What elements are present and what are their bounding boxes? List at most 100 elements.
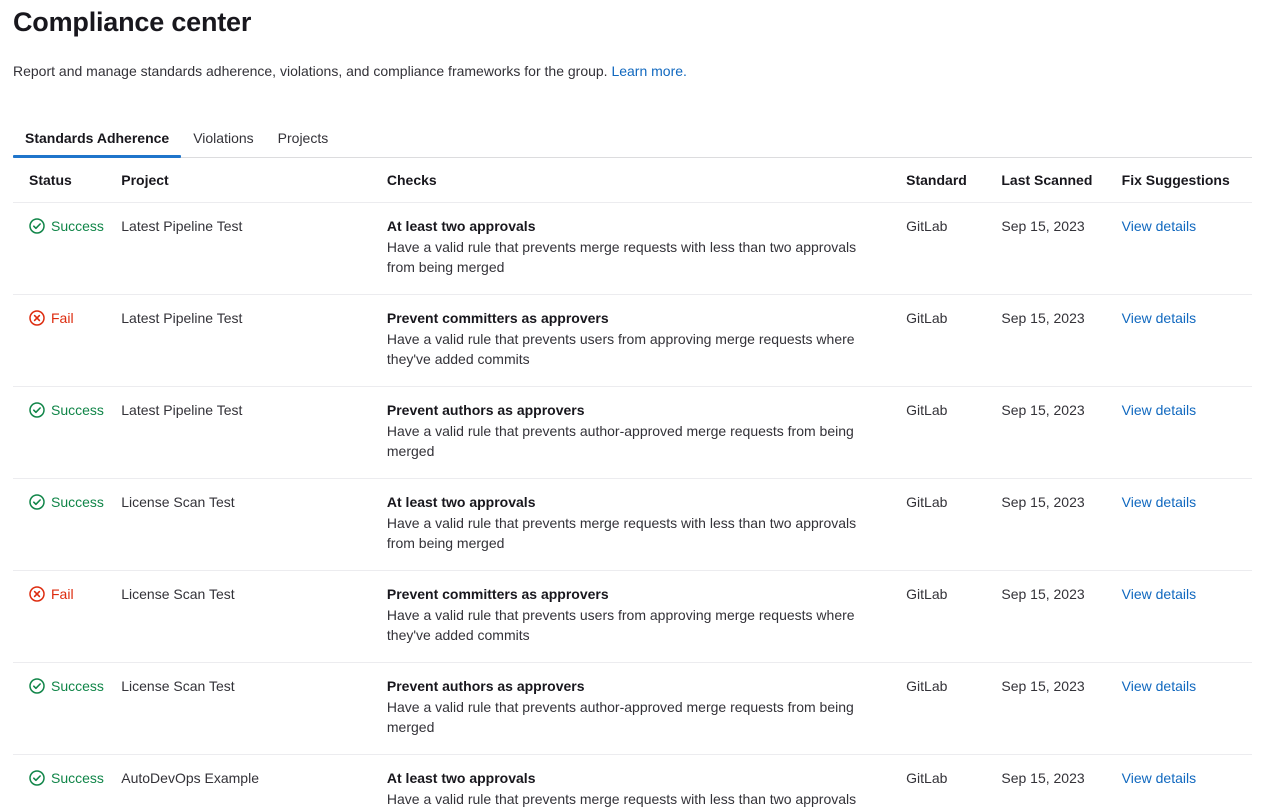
cell-standard: GitLab — [906, 387, 1001, 479]
cell-checks: At least two approvalsHave a valid rule … — [387, 479, 906, 571]
table-row: Fail License Scan TestPrevent committers … — [13, 571, 1252, 663]
check-name: At least two approvals — [387, 216, 898, 236]
status-label: Fail — [51, 584, 74, 604]
column-header-fix-suggestions: Fix Suggestions — [1122, 158, 1252, 203]
cell-last-scanned: Sep 15, 2023 — [1001, 387, 1121, 479]
tab-bar: Standards Adherence Violations Projects — [13, 122, 1252, 158]
status-badge: Fail — [29, 308, 113, 328]
table-row: SuccessLatest Pipeline TestPrevent autho… — [13, 387, 1252, 479]
check-name: Prevent authors as approvers — [387, 676, 898, 696]
check-name: At least two approvals — [387, 492, 898, 512]
tab-violations[interactable]: Violations — [181, 128, 265, 157]
status-badge: Success — [29, 492, 113, 512]
standards-adherence-table: Status Project Checks Standard Last Scan… — [13, 158, 1252, 808]
compliance-center-page: Compliance center Report and manage stan… — [0, 0, 1265, 808]
status-label: Fail — [51, 308, 74, 328]
cell-last-scanned: Sep 15, 2023 — [1001, 663, 1121, 755]
cell-checks: Prevent authors as approversHave a valid… — [387, 387, 906, 479]
cell-status: Success — [13, 203, 121, 295]
cell-checks: Prevent committers as approversHave a va… — [387, 295, 906, 387]
cell-status: Success — [13, 663, 121, 755]
view-details-link[interactable]: View details — [1122, 494, 1196, 510]
cell-project: AutoDevOps Example — [121, 755, 387, 808]
status-badge: Fail — [29, 584, 113, 604]
cell-standard: GitLab — [906, 663, 1001, 755]
status-badge: Success — [29, 676, 113, 696]
view-details-link[interactable]: View details — [1122, 218, 1196, 234]
table-row: Fail Latest Pipeline TestPrevent committe… — [13, 295, 1252, 387]
cell-fix-suggestions: View details — [1122, 387, 1252, 479]
cell-project: Latest Pipeline Test — [121, 295, 387, 387]
table-header: Status Project Checks Standard Last Scan… — [13, 158, 1252, 203]
view-details-link[interactable]: View details — [1122, 678, 1196, 694]
check-description: Have a valid rule that prevents users fr… — [387, 329, 857, 369]
page-description: Report and manage standards adherence, v… — [13, 39, 1252, 81]
learn-more-link[interactable]: Learn more. — [611, 63, 686, 79]
table-header-row: Status Project Checks Standard Last Scan… — [13, 158, 1252, 203]
status-label: Success — [51, 400, 104, 420]
view-details-link[interactable]: View details — [1122, 310, 1196, 326]
page-title: Compliance center — [13, 0, 1252, 39]
cell-status: Success — [13, 479, 121, 571]
check-name: Prevent committers as approvers — [387, 584, 898, 604]
cell-standard: GitLab — [906, 479, 1001, 571]
tab-standards-adherence[interactable]: Standards Adherence — [13, 128, 181, 157]
cell-standard: GitLab — [906, 295, 1001, 387]
cell-fix-suggestions: View details — [1122, 755, 1252, 808]
table-body: SuccessLatest Pipeline TestAt least two … — [13, 203, 1252, 808]
check-description: Have a valid rule that prevents merge re… — [387, 513, 857, 553]
cell-standard: GitLab — [906, 755, 1001, 808]
table-row: Success License Scan TestAt least two app… — [13, 479, 1252, 571]
cell-fix-suggestions: View details — [1122, 295, 1252, 387]
cell-fix-suggestions: View details — [1122, 203, 1252, 295]
cell-checks: Prevent authors as approversHave a valid… — [387, 663, 906, 755]
status-success-icon — [29, 678, 45, 694]
status-badge: Success — [29, 400, 113, 420]
status-success-icon — [29, 402, 45, 418]
cell-project: License Scan Test — [121, 479, 387, 571]
check-name: At least two approvals — [387, 768, 898, 788]
column-header-status: Status — [13, 158, 121, 203]
cell-project: License Scan Test — [121, 663, 387, 755]
tab-projects[interactable]: Projects — [266, 128, 341, 157]
cell-checks: At least two approvalsHave a valid rule … — [387, 755, 906, 808]
cell-fix-suggestions: View details — [1122, 663, 1252, 755]
check-description: Have a valid rule that prevents author-a… — [387, 421, 857, 461]
view-details-link[interactable]: View details — [1122, 770, 1196, 786]
cell-status: Fail — [13, 571, 121, 663]
column-header-checks: Checks — [387, 158, 906, 203]
column-header-standard: Standard — [906, 158, 1001, 203]
cell-project: License Scan Test — [121, 571, 387, 663]
cell-status: Fail — [13, 295, 121, 387]
check-description: Have a valid rule that prevents merge re… — [387, 237, 857, 277]
status-success-icon — [29, 218, 45, 234]
status-label: Success — [51, 492, 104, 512]
table-row: Success Latest Pipeline TestAt least two … — [13, 203, 1252, 295]
column-header-last-scanned: Last Scanned — [1001, 158, 1121, 203]
status-label: Success — [51, 676, 104, 696]
status-success-icon — [29, 494, 45, 510]
check-name: Prevent authors as approvers — [387, 400, 898, 420]
cell-fix-suggestions: View details — [1122, 479, 1252, 571]
cell-last-scanned: Sep 15, 2023 — [1001, 479, 1121, 571]
cell-status: Success — [13, 387, 121, 479]
cell-project: Latest Pipeline Test — [121, 203, 387, 295]
view-details-link[interactable]: View details — [1122, 402, 1196, 418]
cell-status: Success — [13, 755, 121, 808]
cell-standard: GitLab — [906, 571, 1001, 663]
check-name: Prevent committers as approvers — [387, 308, 898, 328]
check-description: Have a valid rule that prevents merge re… — [387, 789, 857, 808]
view-details-link[interactable]: View details — [1122, 586, 1196, 602]
cell-checks: At least two approvalsHave a valid rule … — [387, 203, 906, 295]
table-row: Success License Scan TestPrevent authors … — [13, 663, 1252, 755]
cell-last-scanned: Sep 15, 2023 — [1001, 755, 1121, 808]
cell-checks: Prevent committers as approversHave a va… — [387, 571, 906, 663]
status-badge: Success — [29, 768, 113, 788]
column-header-project: Project — [121, 158, 387, 203]
cell-standard: GitLab — [906, 203, 1001, 295]
cell-fix-suggestions: View details — [1122, 571, 1252, 663]
table-row: Success AutoDevOps ExampleAt least two ap… — [13, 755, 1252, 808]
cell-last-scanned: Sep 15, 2023 — [1001, 295, 1121, 387]
status-badge: Success — [29, 216, 113, 236]
cell-last-scanned: Sep 15, 2023 — [1001, 571, 1121, 663]
